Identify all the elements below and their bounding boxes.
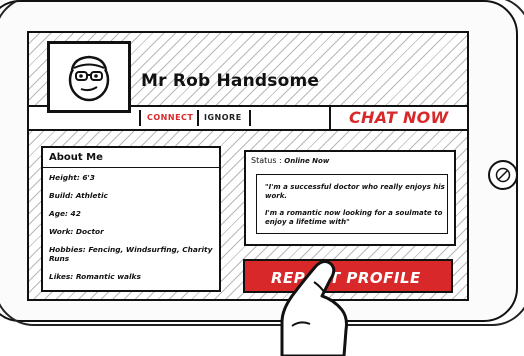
- profile-name: Mr Rob Handsome: [141, 71, 320, 91]
- chat-now-button[interactable]: CHAT NOW: [329, 107, 461, 129]
- separator: [197, 110, 199, 126]
- chat-now-label: CHAT NOW: [349, 108, 449, 127]
- status-panel: Status : Online Now "I'm a successful do…: [244, 150, 456, 246]
- connect-link[interactable]: CONNECT: [147, 113, 193, 122]
- about-me-list: Height: 6'3 Build: Athletic Age: 42 Work…: [49, 173, 214, 290]
- status-heading: Status : Online Now: [251, 156, 329, 165]
- status-label: Status :: [251, 156, 282, 165]
- ignore-link[interactable]: IGNORE: [204, 113, 242, 122]
- divider: [43, 167, 219, 168]
- about-hobbies: Hobbies: Fencing, Windsurfing, Charity R…: [49, 245, 213, 263]
- report-profile-label: REPORT PROFILE: [271, 269, 421, 287]
- status-value: Online Now: [284, 157, 330, 165]
- profile-screen: Mr Rob Handsome CONNECT IGNORE CHAT NOW …: [27, 31, 469, 301]
- about-age: Age: 42: [49, 209, 81, 218]
- tablet-home-button[interactable]: [488, 160, 518, 190]
- circle-slash-icon: [495, 167, 511, 183]
- separator: [139, 110, 141, 126]
- about-build: Build: Athletic: [49, 191, 108, 200]
- profile-quote: "I'm a successful doctor who really enjo…: [256, 174, 448, 234]
- avatar: [47, 41, 131, 113]
- separator: [249, 110, 251, 126]
- about-me-panel: About Me Height: 6'3 Build: Athletic Age…: [41, 146, 221, 292]
- about-likes: Likes: Romantic walks: [49, 272, 141, 281]
- quote-line-2: I'm a romantic now looking for a soulmat…: [265, 209, 443, 226]
- about-me-title: About Me: [49, 152, 103, 163]
- profile-header: Mr Rob Handsome: [29, 33, 467, 113]
- report-profile-button[interactable]: REPORT PROFILE: [243, 259, 453, 293]
- quote-line-1: "I'm a successful doctor who really enjo…: [265, 183, 445, 200]
- about-height: Height: 6'3: [49, 173, 95, 182]
- about-work: Work: Doctor: [49, 227, 104, 236]
- cartoon-face-with-glasses-icon: [68, 55, 110, 102]
